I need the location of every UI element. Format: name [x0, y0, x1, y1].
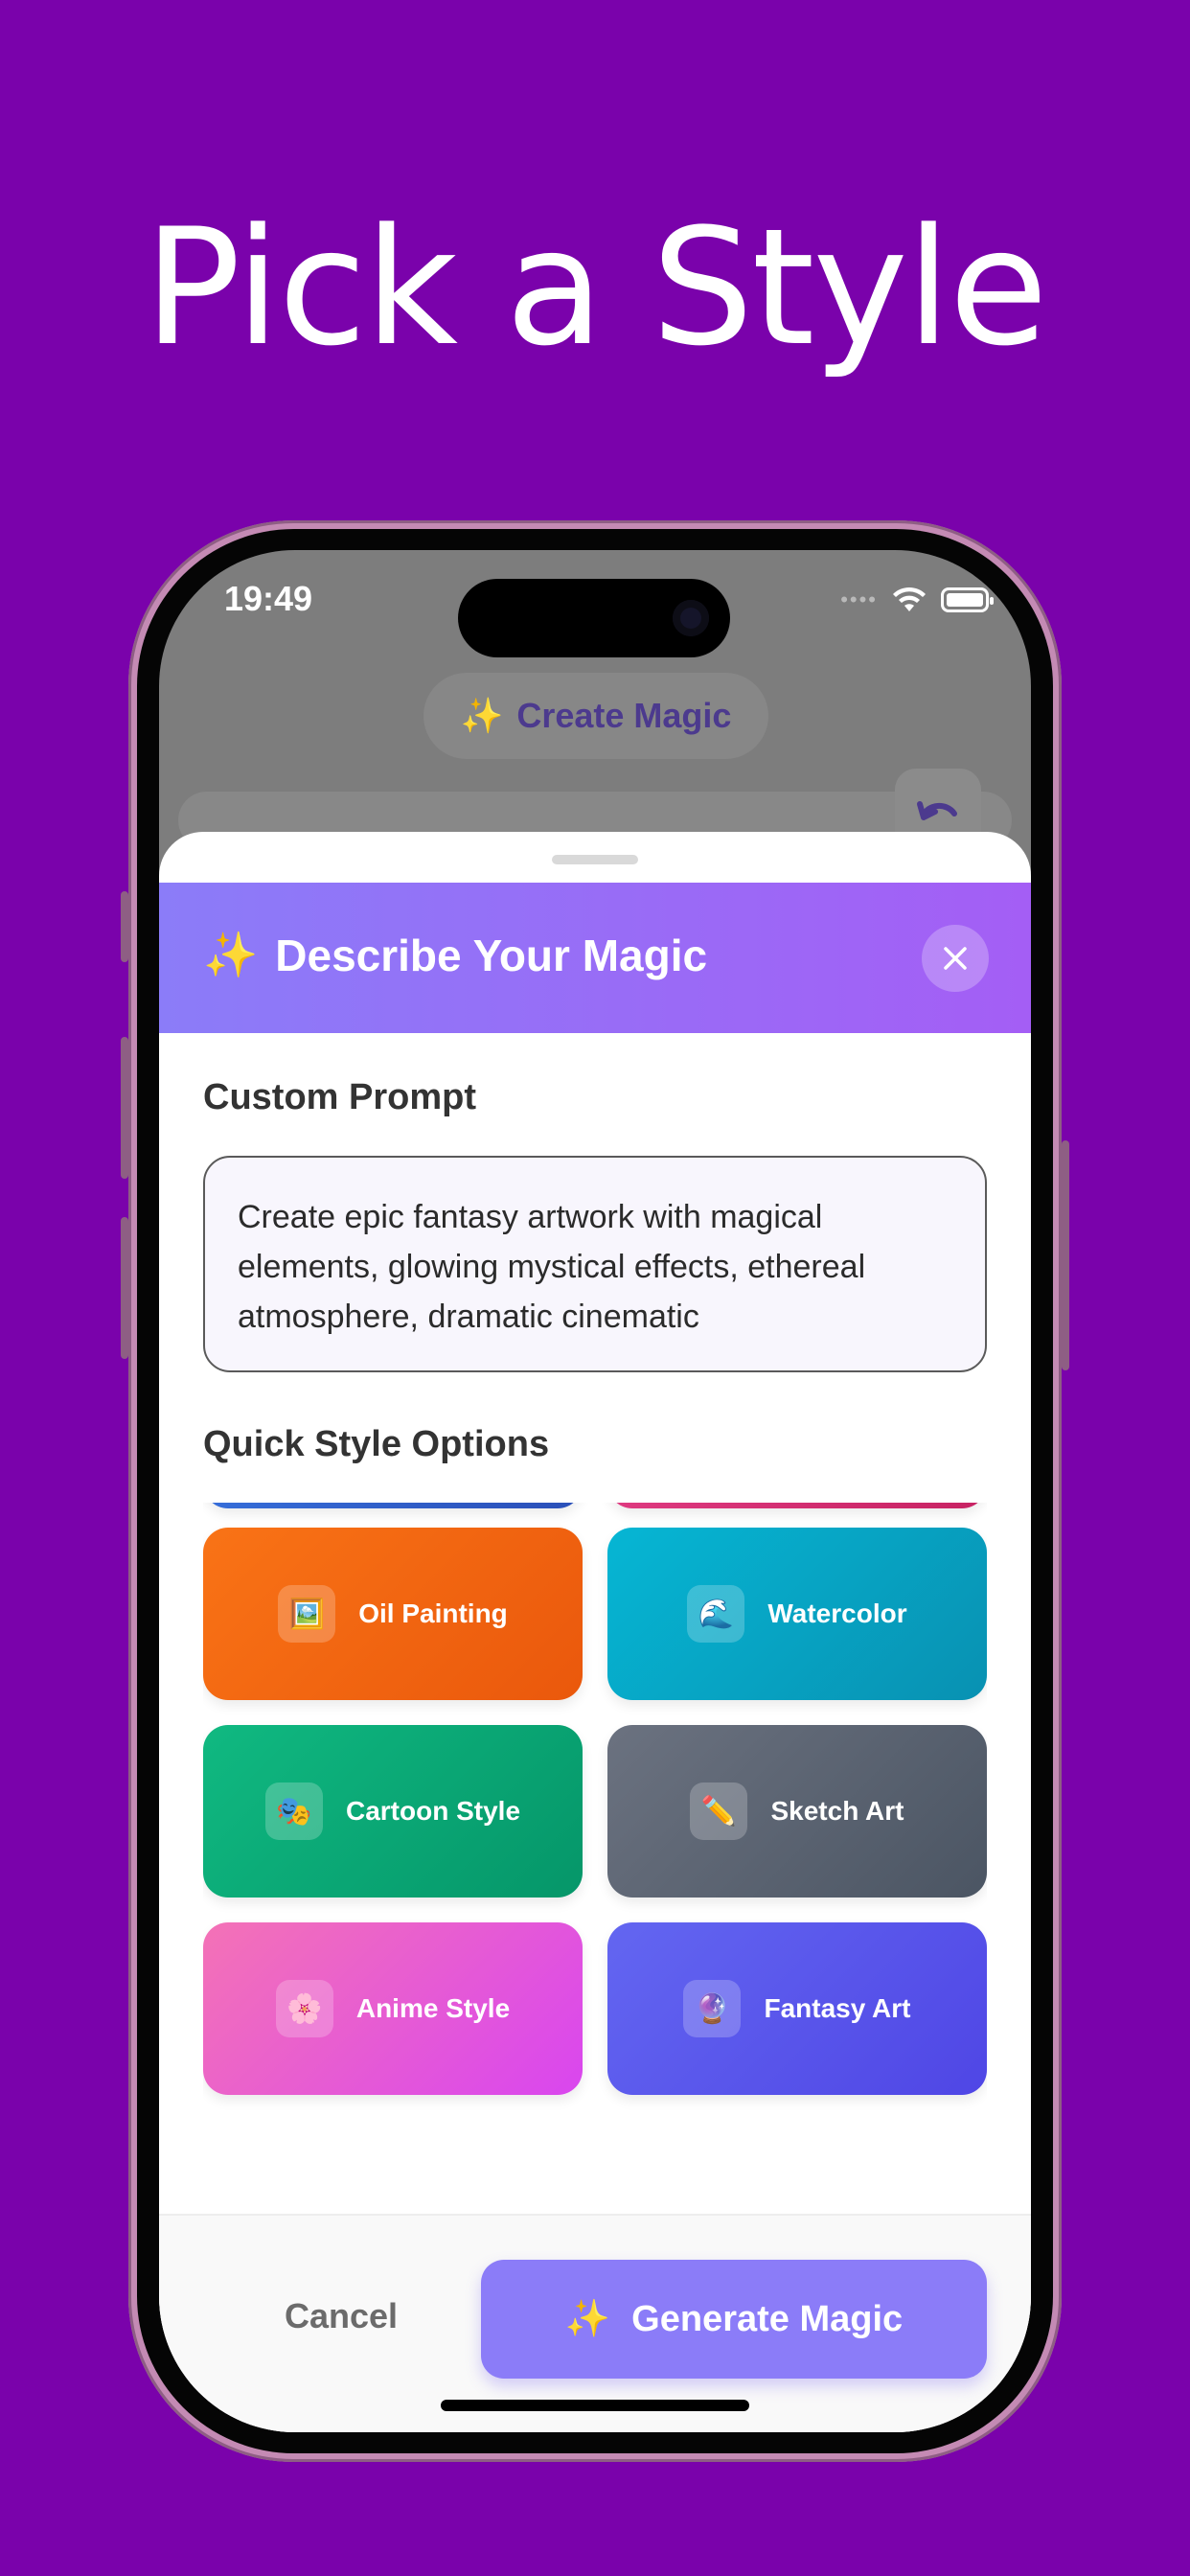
battery-icon	[941, 587, 994, 612]
sparkle-icon: ✨	[203, 930, 259, 979]
style-option-partial-1[interactable]	[203, 1503, 583, 1508]
style-option-label: Oil Painting	[358, 1598, 508, 1628]
phone-volume-down-button	[121, 1217, 128, 1359]
style-options-grid: 🖼️ Oil Painting 🌊 Watercolor 🎭 Cartoon S…	[203, 1503, 987, 2164]
create-magic-button: ✨ Create Magic	[423, 673, 768, 759]
sheet-header: ✨ Describe Your Magic	[159, 883, 1031, 1033]
style-option-label: Cartoon Style	[345, 1796, 521, 1826]
theater-masks-icon: 🎭	[264, 1782, 323, 1840]
style-option-cartoon-style[interactable]: 🎭 Cartoon Style	[203, 1725, 583, 1898]
custom-prompt-label: Custom Prompt	[203, 1077, 476, 1117]
sparkle-icon: ✨	[564, 2299, 611, 2339]
custom-prompt-input[interactable]: Create epic fantasy artwork with magical…	[203, 1156, 987, 1372]
style-option-label: Sketch Art	[770, 1796, 904, 1826]
style-option-oil-painting[interactable]: 🖼️ Oil Painting	[203, 1528, 583, 1700]
wave-icon: 🌊	[687, 1585, 745, 1643]
pencil-icon: ✏️	[690, 1782, 748, 1840]
cellular-signal-icon: ••••	[840, 587, 878, 611]
quick-style-label: Quick Style Options	[203, 1424, 550, 1464]
describe-magic-sheet: ✨ Describe Your Magic Custom Prompt Crea…	[159, 832, 1031, 2432]
undo-icon	[917, 801, 957, 820]
close-button[interactable]	[922, 925, 989, 992]
generate-magic-label: Generate Magic	[631, 2298, 904, 2339]
phone-volume-up-button	[121, 1037, 128, 1179]
wifi-icon	[893, 586, 926, 611]
close-icon	[944, 947, 967, 970]
phone-screen: 19:49 •••• ✨ Create Magic ✨ Describe You…	[159, 550, 1031, 2432]
sheet-title: ✨ Describe Your Magic	[203, 929, 707, 981]
sparkle-icon: ✨	[460, 696, 504, 735]
style-option-sketch-art[interactable]: ✏️ Sketch Art	[607, 1725, 987, 1898]
style-option-label: Anime Style	[355, 1993, 511, 2023]
status-indicators: ••••	[840, 585, 994, 615]
sheet-title-text: Describe Your Magic	[275, 930, 708, 980]
camera-icon	[673, 600, 709, 636]
style-option-label: Fantasy Art	[764, 1993, 911, 2023]
home-indicator	[441, 2400, 749, 2411]
style-option-partial-2[interactable]	[607, 1503, 987, 1508]
create-magic-label: Create Magic	[516, 696, 732, 735]
cherry-blossom-icon: 🌸	[275, 1980, 333, 2037]
painting-icon: 🖼️	[278, 1585, 336, 1643]
dynamic-island	[458, 579, 730, 657]
phone-power-button	[1062, 1140, 1069, 1370]
style-option-fantasy-art[interactable]: 🔮 Fantasy Art	[607, 1922, 987, 2095]
style-option-anime-style[interactable]: 🌸 Anime Style	[203, 1922, 583, 2095]
generate-magic-button[interactable]: ✨ Generate Magic	[481, 2260, 987, 2379]
crystal-ball-icon: 🔮	[683, 1980, 742, 2037]
sheet-drag-handle[interactable]	[552, 855, 638, 864]
style-option-label: Watercolor	[767, 1598, 907, 1628]
phone-action-button	[121, 891, 128, 962]
style-option-watercolor[interactable]: 🌊 Watercolor	[607, 1528, 987, 1700]
cancel-button[interactable]: Cancel	[226, 2273, 456, 2359]
status-time: 19:49	[224, 579, 313, 618]
headline: Pick a Style	[144, 194, 1048, 381]
